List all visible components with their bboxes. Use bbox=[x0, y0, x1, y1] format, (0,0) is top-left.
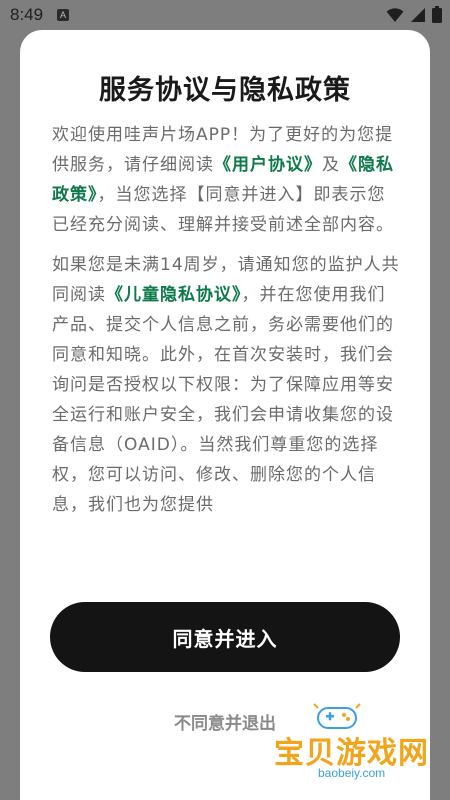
status-bar: 8:49 A bbox=[0, 0, 450, 30]
notification-icon: A bbox=[57, 9, 69, 21]
signal-icon bbox=[411, 7, 425, 22]
privacy-dialog: 服务协议与隐私政策 欢迎使用哇声片场APP！为了更好的为您提供服务，请仔细阅读《… bbox=[20, 30, 430, 800]
battery-icon bbox=[432, 6, 442, 23]
watermark-domain: baobeiy.com bbox=[318, 766, 386, 780]
wifi-icon bbox=[386, 7, 404, 22]
dialog-body[interactable]: 欢迎使用哇声片场APP！为了更好的为您提供服务，请仔细阅读《用户协议》及《隐私政… bbox=[52, 120, 402, 590]
user-agreement-link[interactable]: 《用户协议》 bbox=[214, 155, 322, 175]
paragraph-intro: 欢迎使用哇声片场APP！为了更好的为您提供服务，请仔细阅读《用户协议》及《隐私政… bbox=[52, 120, 402, 240]
consent-text: ，当您选择【同意并进入】即表示您已经充分阅读、理解并接受前述全部内容。 bbox=[52, 185, 394, 235]
paragraph-minors: 如果您是未满14周岁，请通知您的监护人共同阅读《儿童隐私协议》，并在您使用我们产… bbox=[52, 250, 402, 520]
child-privacy-link[interactable]: 《儿童隐私协议》 bbox=[106, 285, 242, 305]
status-time: 8:49 bbox=[10, 5, 44, 24]
status-icons bbox=[386, 6, 442, 23]
and-text: 及 bbox=[322, 155, 340, 175]
dialog-title: 服务协议与隐私政策 bbox=[99, 75, 351, 106]
agree-button[interactable]: 同意并进入 bbox=[50, 602, 400, 672]
permissions-text: ，并在您使用我们产品、提交个人信息之前，务必需要他们的同意和知晓。此外，在首次安… bbox=[52, 285, 394, 515]
watermark-logo: 宝贝游戏网 baobeiy.com bbox=[270, 700, 440, 790]
